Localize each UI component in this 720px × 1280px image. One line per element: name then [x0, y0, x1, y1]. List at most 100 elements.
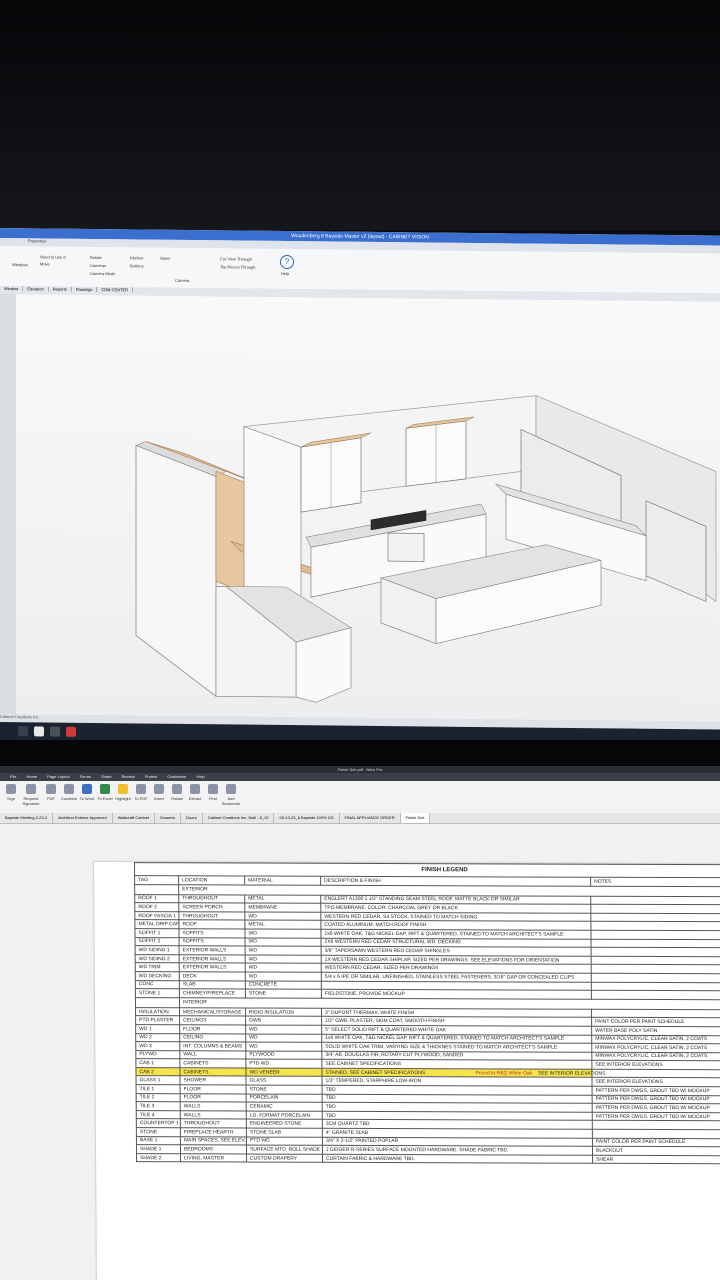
cell-location: SLAB	[179, 980, 246, 990]
cell-location: INT. COLUMNS & BEAMS	[179, 1041, 246, 1051]
pdf-menu-bar: File Home Page Layout Forms Share Review Prote…	[0, 773, 720, 781]
to-word-button[interactable]: To Word	[78, 784, 96, 801]
cell-tag: WD 2	[135, 1033, 180, 1042]
tab-reports[interactable]: Reports	[48, 286, 72, 292]
cell-location: SOFFITS	[179, 937, 246, 947]
menu-file[interactable]: File	[10, 774, 16, 779]
doc-tab[interactable]: Walkcraft Cabinet	[113, 813, 156, 823]
tab-drawings[interactable]: Drawings	[71, 286, 98, 293]
cell-material: GWB	[245, 1016, 322, 1026]
cell-material: RIGID INSULATION	[245, 1007, 322, 1017]
cell-location: DECK	[179, 971, 246, 981]
cell-location: MECHANICAL/STORAGE	[179, 1007, 246, 1017]
cell-material: SURFACE MTD. ROLL SHADE	[246, 1145, 323, 1155]
cell-location: CABINETS	[179, 1059, 246, 1068]
menu-forms[interactable]: Forms	[80, 774, 91, 779]
ribbon-glass[interactable]: Glass	[160, 256, 170, 261]
pdf-app-icon[interactable]	[66, 726, 76, 737]
menu-help[interactable]: Help	[196, 774, 204, 779]
cell-desc: CURTAIN FABRIC & HARDWARE TBD.	[322, 1154, 593, 1164]
menu-customize[interactable]: Customize	[167, 774, 186, 779]
doc-tab[interactable]: Bayside Meeting 2-22-2	[0, 813, 54, 823]
doc-tab[interactable]: Doors	[181, 813, 203, 823]
3d-viewport[interactable]	[16, 294, 720, 722]
cell-material: PORCELAIN	[246, 1093, 323, 1103]
cell-material: WD	[245, 954, 322, 964]
extract-icon	[190, 784, 200, 794]
doc-tab[interactable]: FINAL APPLIANCE ORDER	[340, 813, 401, 823]
tab-cdm-center[interactable]: CDM CENTER	[97, 287, 134, 293]
cell-location: THROUGHOUT	[178, 911, 245, 921]
doc-tab[interactable]: Drawers	[155, 813, 182, 823]
cell-material: WD VENEER	[245, 1067, 322, 1077]
cell-tag: WD SIDING 1	[135, 945, 180, 955]
cell-material: STONE	[246, 1085, 323, 1094]
rotate-button[interactable]: Rotate	[168, 784, 186, 801]
ribbon-need-to-use[interactable]: Need to Use It	[40, 254, 66, 259]
menu-protect[interactable]: Protect	[145, 774, 158, 779]
pdf-window-title: Finish Sch.pdf - Nitro Pro	[0, 766, 720, 773]
cell-notes: SHEAR	[592, 1155, 720, 1165]
cell-material: WD	[244, 911, 321, 921]
cell-location: CEILINGS	[179, 1016, 246, 1025]
word-icon	[82, 784, 92, 794]
cell-tag: SOFFIT 2	[135, 937, 180, 946]
ribbon-camera-mode[interactable]: Camera Mode	[90, 271, 115, 276]
table-row: SHADE 2 LIVING, MASTER CUSTOM DRAPERY CURTA…	[136, 1153, 720, 1165]
insert-button[interactable]: Insert	[150, 784, 168, 801]
ribbon-top-pieces[interactable]: Top Pieces Through	[220, 264, 256, 269]
help-icon[interactable]: ?	[280, 254, 294, 270]
tab-elevation[interactable]: Elevation	[23, 286, 49, 292]
cell-material: STONE SLAB	[246, 1128, 323, 1137]
extract-button[interactable]: Extract	[186, 784, 204, 801]
find-button[interactable]: Find	[204, 784, 222, 801]
add-bookmark-button[interactable]: Add Bookmark	[222, 784, 240, 806]
doc-tab[interactable]: Cabinet Creations Inc. Wall - 6_10	[203, 813, 275, 823]
cell-tag: WD 1	[135, 1024, 180, 1034]
search-icon[interactable]	[18, 726, 28, 737]
menu-page-layout[interactable]: Page Layout	[47, 774, 69, 779]
ribbon-windows[interactable]: Windows	[12, 262, 28, 267]
ribbon-tab-properties[interactable]: Properties	[28, 238, 46, 243]
menu-share[interactable]: Share	[101, 774, 112, 779]
cell-location: THROUGHOUT	[178, 894, 245, 904]
ribbon-rotate[interactable]: Rotate	[90, 255, 102, 260]
to-pdf-button[interactable]: To PDF	[132, 784, 150, 801]
sign-button[interactable]: Sign	[2, 784, 20, 801]
ribbon-cameras[interactable]: Cameras	[90, 263, 106, 268]
left-panel[interactable]	[0, 294, 17, 715]
cell-material: WD	[245, 971, 322, 981]
ribbon-move[interactable]: Move	[40, 261, 50, 266]
doc-tab[interactable]: 09-13-23_6 Bayside 100% CD	[274, 813, 340, 823]
to-excel-button[interactable]: To Excel	[96, 784, 114, 801]
chrome-icon[interactable]	[34, 726, 44, 737]
finish-legend-table: FINISH LEGEND TAG LOCATION MATERIAL DESC…	[134, 862, 720, 1165]
doc-tab[interactable]: Architect Exterior Approved	[53, 813, 113, 823]
cell-tag: TILE 1	[136, 1084, 181, 1094]
cell-material: WD	[245, 1033, 322, 1043]
highlight-button[interactable]: Highlight	[114, 784, 132, 801]
request-signature-button[interactable]: Request Signature	[22, 784, 40, 806]
ribbon-kitchen[interactable]: Kitchen	[130, 255, 143, 260]
cell-tag: PTD PLASTER	[135, 1015, 180, 1025]
menu-review[interactable]: Review	[122, 774, 135, 779]
cell-location: CABINETS	[179, 1067, 246, 1077]
combine-button[interactable]: Combine	[60, 784, 78, 801]
cell-location: WALLS	[180, 1110, 247, 1120]
tab-window[interactable]: Window	[0, 286, 24, 292]
menu-home[interactable]: Home	[26, 774, 37, 779]
help-label[interactable]: Help	[281, 271, 289, 276]
ribbon-cut-view[interactable]: Cut View Through	[220, 256, 252, 261]
app-icon[interactable]	[50, 726, 60, 737]
cell-material: MEMBRANE	[244, 903, 321, 913]
cell-location: EXTERIOR WALLS	[179, 954, 246, 964]
pdf-button[interactable]: PDF	[42, 784, 60, 801]
doc-tab-active[interactable]: Finish Sch	[400, 813, 431, 823]
ribbon-buttons[interactable]: Buttons	[130, 263, 144, 268]
cell-material: GLASS	[245, 1076, 323, 1086]
cell-location: SHOWER	[179, 1076, 247, 1086]
pdf-toolbar: Sign Request Signature PDF Combine To Wo…	[0, 781, 720, 814]
cell-tag: SHADE 2	[136, 1153, 181, 1163]
pdf-page: FINISH LEGEND TAG LOCATION MATERIAL DESC…	[94, 862, 720, 1280]
cell-location: SOFFITS	[178, 928, 246, 938]
